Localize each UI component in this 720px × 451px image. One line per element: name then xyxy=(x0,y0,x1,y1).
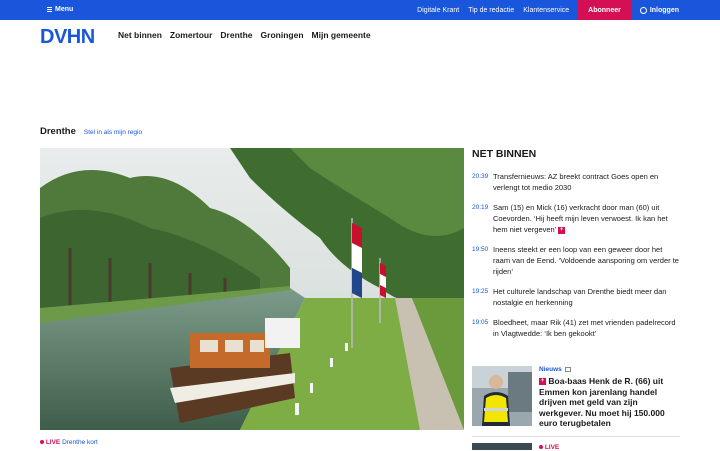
region-title: Drenthe xyxy=(40,126,76,137)
top-links: Digitale Krant Tip de redactie Klantense… xyxy=(417,0,720,20)
card-headline: Boa-baas Henk de R. (66) uit Emmen kon j… xyxy=(539,376,665,428)
plus-icon: + xyxy=(558,226,566,234)
next-card-thumbnail[interactable] xyxy=(472,443,532,450)
live-label: LIVE xyxy=(45,439,61,446)
nav-net-binnen[interactable]: Net binnen xyxy=(118,30,162,40)
login-label: Inloggen xyxy=(649,6,679,14)
news-item[interactable]: 19:05 Bloedheet, maar Rik (41) zet met v… xyxy=(472,317,680,339)
canal-photo xyxy=(40,148,464,430)
news-item[interactable]: 19:25 Het culturele landschap van Drenth… xyxy=(472,286,680,308)
menu-icon xyxy=(47,7,52,12)
tip-de-redactie-link[interactable]: Tip de redactie xyxy=(468,7,514,14)
net-binnen-title: NET BINNEN xyxy=(472,148,537,160)
news-time: 19:25 xyxy=(472,288,489,295)
news-time: 20:39 xyxy=(472,173,489,180)
live-dot-icon xyxy=(539,445,543,450)
user-icon xyxy=(639,6,647,14)
news-text: Het culturele landschap van Drenthe bied… xyxy=(493,287,667,307)
news-time: 20:19 xyxy=(472,204,489,211)
menu-label: Menu xyxy=(55,6,74,13)
card-headline-wrap: + Boa-baas Henk de R. (66) uit Emmen kon… xyxy=(539,376,680,429)
news-time: 19:05 xyxy=(472,319,489,326)
card-divider xyxy=(472,436,680,437)
news-text-wrap: Sam (15) en Mick (16) verkracht door man… xyxy=(493,202,680,235)
plus-icon: + xyxy=(539,378,546,386)
news-text: Transfernieuws: AZ breekt contract Goes … xyxy=(493,172,659,192)
login-button[interactable]: Inloggen xyxy=(639,6,679,14)
subscribe-button[interactable]: Abonneer xyxy=(578,0,631,20)
news-item[interactable]: 20:19 Sam (15) en Mick (16) verkracht do… xyxy=(472,202,680,235)
main-nav: Net binnen Zomertour Drenthe Groningen M… xyxy=(118,30,371,40)
news-card[interactable]: Nieuws + Boa-baas Henk de R. (66) uit Em… xyxy=(472,366,680,428)
net-binnen-section: NET BINNEN 20:39 Transfernieuws: AZ bree… xyxy=(472,148,680,339)
nav-mijn-gemeente[interactable]: Mijn gemeente xyxy=(312,30,371,40)
region-heading: Drenthe Stel in als mijn regio xyxy=(40,126,142,137)
hero-caption: Drenthe kort xyxy=(62,439,98,446)
site-logo[interactable]: DVHN xyxy=(40,26,95,49)
set-region-link[interactable]: Stel in als mijn regio xyxy=(84,129,142,136)
boa-photo xyxy=(472,366,532,426)
digitale-krant-link[interactable]: Digitale Krant xyxy=(417,7,459,14)
nav-groningen[interactable]: Groningen xyxy=(261,30,304,40)
news-text: Sam (15) en Mick (16) verkracht door man… xyxy=(493,203,668,234)
top-bar: Menu Digitale Krant Tip de redactie Klan… xyxy=(0,0,720,20)
hero-live-caption[interactable]: LIVE Drenthe kort xyxy=(40,439,98,446)
menu-button[interactable]: Menu xyxy=(47,6,73,13)
news-item[interactable]: 19:50 Ineens steekt er een loop van een … xyxy=(472,244,680,277)
news-text: Ineens steekt er een loop van een geweer… xyxy=(493,245,679,276)
news-text: Bloedheet, maar Rik (41) zet met vriende… xyxy=(493,318,676,338)
nav-zomertour[interactable]: Zomertour xyxy=(170,30,213,40)
article-icon xyxy=(564,367,571,372)
card-label: Nieuws xyxy=(539,366,680,373)
news-time: 19:50 xyxy=(472,246,489,253)
klantenservice-link[interactable]: Klantenservice xyxy=(523,7,569,14)
hero-image[interactable] xyxy=(40,148,464,430)
card-category: Nieuws xyxy=(539,366,562,373)
live-dot-icon xyxy=(40,440,44,445)
news-item[interactable]: 20:39 Transfernieuws: AZ breekt contract… xyxy=(472,171,680,193)
card-text: Nieuws + Boa-baas Henk de R. (66) uit Em… xyxy=(539,366,680,429)
card-thumbnail xyxy=(472,366,532,426)
nav-drenthe[interactable]: Drenthe xyxy=(220,30,252,40)
